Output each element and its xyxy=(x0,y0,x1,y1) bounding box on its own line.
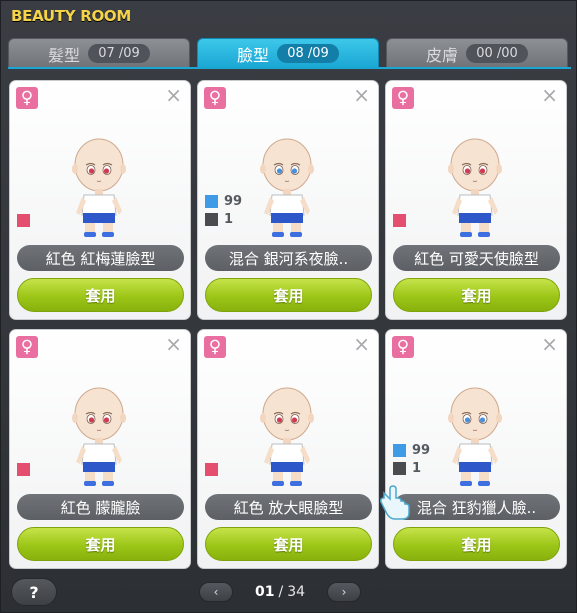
hand-cursor-icon xyxy=(380,485,410,520)
tab-face-label: 臉型 xyxy=(236,45,269,65)
face-card[interactable]: ♀ × 紅色 朦朧臉 套用 xyxy=(9,329,191,569)
face-name: 紅色 可愛天使臉型 xyxy=(393,245,560,271)
face-card[interactable]: ♀ × 紅色 可愛天使臉型 套用 xyxy=(385,80,567,320)
mix-secondary: 1 xyxy=(205,212,233,227)
total-pages: 34 xyxy=(287,584,306,600)
color-swatch xyxy=(17,214,30,227)
apply-button[interactable]: 套用 xyxy=(205,527,372,561)
page-indicator: 01 / 34 xyxy=(237,582,323,602)
face-name: 紅色 放大眼臉型 xyxy=(205,494,372,520)
tab-underline xyxy=(8,67,571,69)
face-card[interactable]: ♀ × 99 xyxy=(197,80,379,320)
mix-primary: 99 xyxy=(205,194,242,209)
current-page: 01 xyxy=(254,584,275,600)
mix-secondary-swatch xyxy=(393,462,406,475)
tab-hair-count: 07 /09 xyxy=(88,44,150,63)
mix-primary-value: 99 xyxy=(412,443,431,458)
help-button[interactable]: ? xyxy=(11,578,57,606)
chevron-right-icon: › xyxy=(341,585,347,599)
tab-skin-label: 皮膚 xyxy=(425,45,458,65)
face-name: 紅色 朦朧臉 xyxy=(17,494,184,520)
close-icon[interactable]: × xyxy=(541,334,558,354)
close-icon[interactable]: × xyxy=(541,85,558,105)
apply-button[interactable]: 套用 xyxy=(393,527,560,561)
close-icon[interactable]: × xyxy=(353,334,370,354)
tab-skin[interactable]: 皮膚 00 /00 xyxy=(386,38,568,68)
mix-secondary-swatch xyxy=(205,213,218,226)
color-swatch xyxy=(17,463,30,476)
prev-page-button[interactable]: ‹ xyxy=(199,582,233,602)
female-icon: ♀ xyxy=(16,336,38,358)
mix-primary-swatch xyxy=(393,444,406,457)
character-avatar xyxy=(448,138,502,237)
character-avatar xyxy=(72,387,126,486)
face-card-grid: ♀ × 紅色 紅梅蓮臉型 套用 ♀ × 99 1 混合 銀河系夜臉.. 套用 ♀… xyxy=(9,80,571,570)
mix-secondary-value: 1 xyxy=(224,212,234,227)
close-icon[interactable]: × xyxy=(165,85,182,105)
mix-secondary: 1 xyxy=(393,461,421,476)
chevron-left-icon: ‹ xyxy=(213,585,219,599)
face-name: 混合 銀河系夜臉.. xyxy=(205,245,372,271)
close-icon[interactable]: × xyxy=(165,334,182,354)
face-card[interactable]: ♀ × 99 xyxy=(385,329,567,569)
apply-button[interactable]: 套用 xyxy=(393,278,560,312)
pager: ‹ 01 / 34 › xyxy=(199,582,361,602)
face-name: 混合 狂豹獵人臉.. xyxy=(393,494,560,520)
apply-button[interactable]: 套用 xyxy=(205,278,372,312)
tab-skin-count: 00 /00 xyxy=(466,44,528,63)
mix-primary: 99 xyxy=(393,443,430,458)
window-title: BEAUTY ROOM xyxy=(11,7,132,25)
character-avatar xyxy=(72,138,126,237)
female-icon: ♀ xyxy=(204,87,226,109)
character-avatar xyxy=(260,387,314,486)
mix-primary-swatch xyxy=(205,195,218,208)
apply-button[interactable]: 套用 xyxy=(17,527,184,561)
tab-hair[interactable]: 髮型 07 /09 xyxy=(8,38,190,68)
tab-face-count: 08 /09 xyxy=(277,44,339,63)
page-separator: / xyxy=(278,584,284,600)
female-icon: ♀ xyxy=(392,87,414,109)
character-avatar xyxy=(448,387,502,486)
face-card[interactable]: ♀ × 紅色 紅梅蓮臉型 套用 xyxy=(9,80,191,320)
beauty-room-window: BEAUTY ROOM 髮型 07 /09 臉型 08 /09 皮膚 00 /0… xyxy=(0,0,577,613)
mix-secondary-value: 1 xyxy=(412,461,422,476)
color-swatch xyxy=(205,463,218,476)
female-icon: ♀ xyxy=(16,87,38,109)
tab-face[interactable]: 臉型 08 /09 xyxy=(197,38,379,68)
face-card[interactable]: ♀ × 紅色 放大眼臉型 套用 xyxy=(197,329,379,569)
color-swatch xyxy=(393,214,406,227)
face-name: 紅色 紅梅蓮臉型 xyxy=(17,245,184,271)
next-page-button[interactable]: › xyxy=(327,582,361,602)
apply-button[interactable]: 套用 xyxy=(17,278,184,312)
female-icon: ♀ xyxy=(204,336,226,358)
close-icon[interactable]: × xyxy=(353,85,370,105)
female-icon: ♀ xyxy=(392,336,414,358)
character-avatar xyxy=(260,138,314,237)
category-tabs: 髮型 07 /09 臉型 08 /09 皮膚 00 /00 xyxy=(8,38,571,68)
mix-primary-value: 99 xyxy=(224,194,243,209)
tab-hair-label: 髮型 xyxy=(47,45,80,65)
